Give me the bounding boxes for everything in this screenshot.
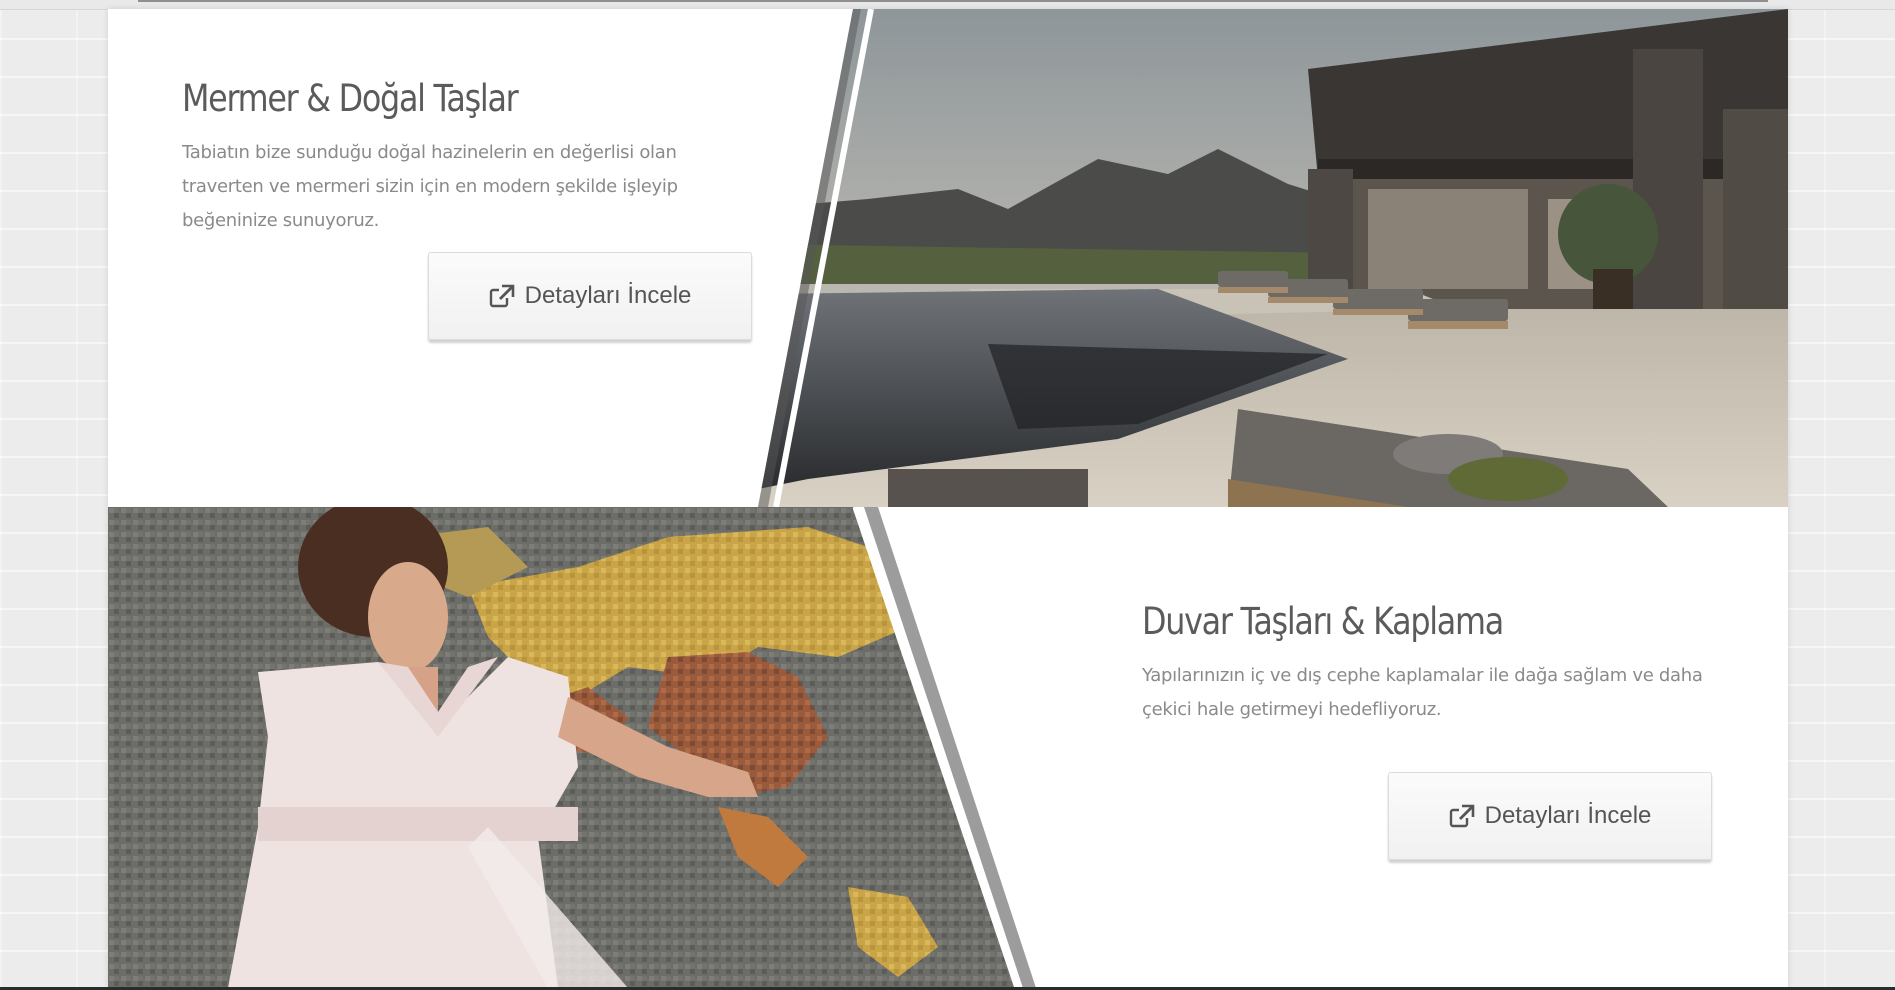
top-divider [138, 0, 1768, 2]
external-link-icon [1449, 804, 1474, 828]
section-marble-natural-stone: Mermer & Doğal Taşlar Tabiatın bize sund… [108, 9, 1788, 507]
section-description: Tabiatın bize sunduğu doğal hazinelerin … [182, 142, 678, 231]
section-text: Mermer & Doğal Taşlar Tabiatın bize sund… [182, 77, 762, 238]
external-link-icon [489, 284, 514, 308]
section-title: Mermer & Doğal Taşlar [182, 77, 519, 120]
details-button[interactable]: Detayları İncele [1388, 772, 1712, 860]
details-button[interactable]: Detayları İncele [428, 252, 752, 340]
details-button-label: Detayları İncele [1484, 802, 1652, 829]
mosaic-map-photo [108, 507, 1788, 988]
content-container: Mermer & Doğal Taşlar Tabiatın bize sund… [108, 9, 1788, 988]
section-wall-stones-cladding: Duvar Taşları & Kaplama Yapılarınızın iç… [108, 507, 1788, 988]
section-description: Yapılarınızın iç ve dış cephe kaplamalar… [1142, 665, 1703, 720]
section-title: Duvar Taşları & Kaplama [1142, 600, 1504, 643]
details-button-label: Detayları İncele [524, 282, 692, 309]
section-text: Duvar Taşları & Kaplama Yapılarınızın iç… [1142, 600, 1722, 727]
